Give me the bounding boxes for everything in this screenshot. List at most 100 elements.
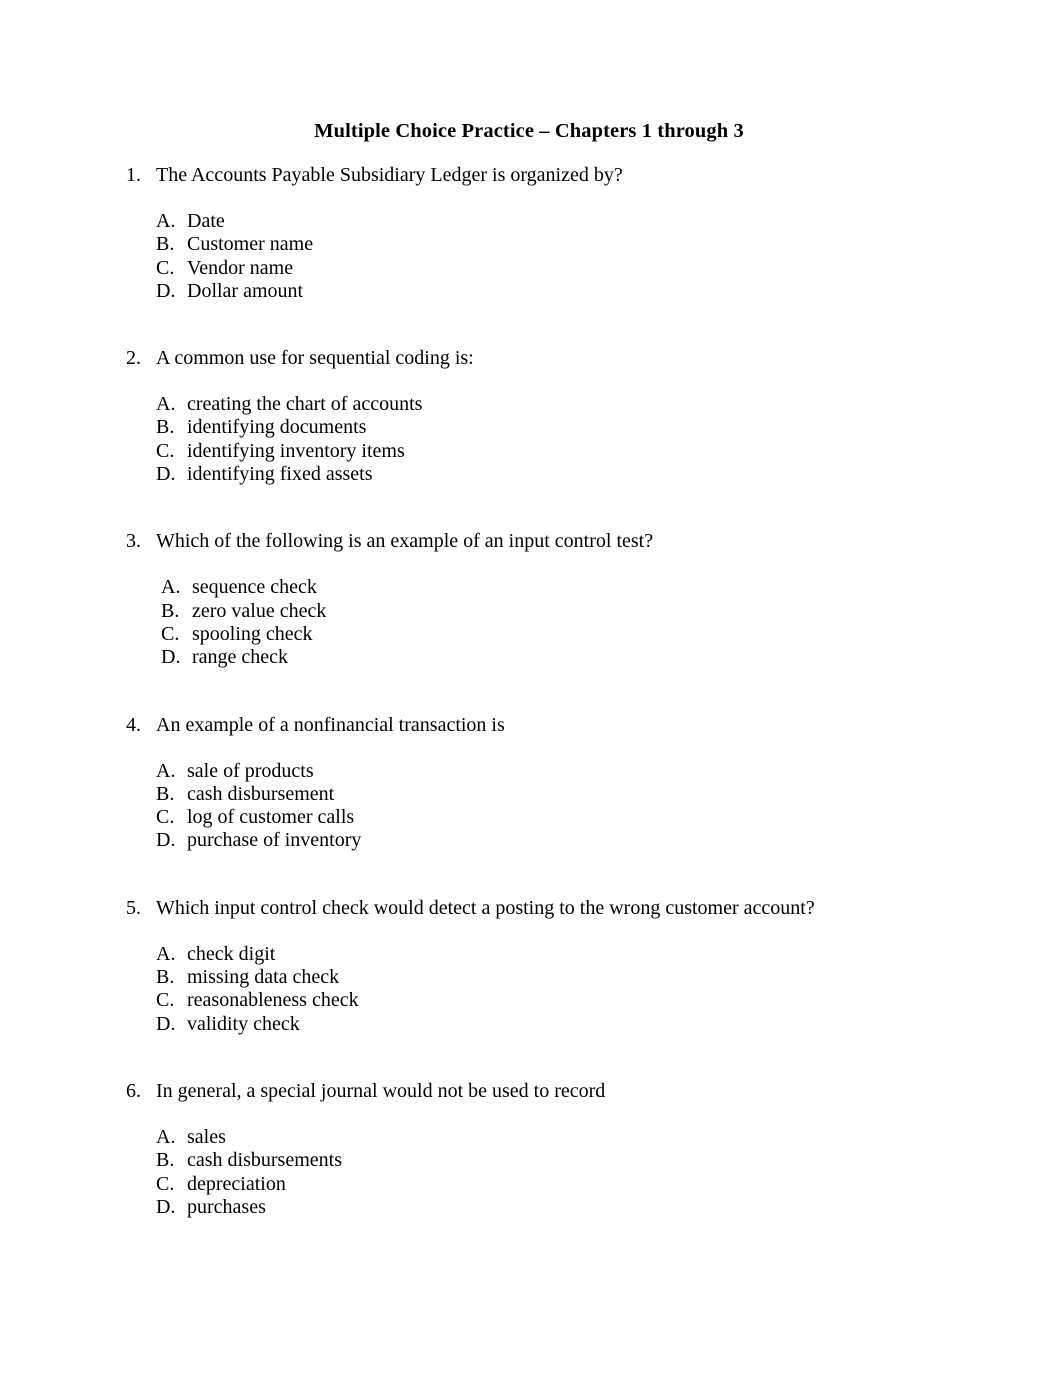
option-4-D[interactable]: D. purchase of inventory [156, 829, 932, 852]
option-letter: B. [156, 966, 175, 989]
question-text: In general, a special journal would not … [156, 1079, 606, 1102]
page-title: Multiple Choice Practice – Chapters 1 th… [314, 120, 744, 142]
document-content: Multiple Choice Practice – Chapters 1 th… [126, 118, 932, 1219]
option-letter: A. [156, 759, 176, 782]
question-block-1: 1. The Accounts Payable Subsidiary Ledge… [126, 162, 932, 303]
option-2-B[interactable]: B. identifying documents [156, 416, 932, 439]
option-letter: C. [156, 1172, 175, 1195]
option-label: missing data check [187, 966, 340, 989]
option-5-A[interactable]: A. check digit [156, 943, 932, 966]
option-letter: C. [156, 439, 175, 462]
option-label: Date [187, 210, 225, 232]
option-letter: A. [156, 1125, 176, 1148]
question-number: 1. [126, 164, 141, 186]
question-list: 1. The Accounts Payable Subsidiary Ledge… [126, 162, 932, 1219]
option-list: A. check digit B. missing data check C. … [126, 943, 932, 1036]
option-letter: C. [156, 989, 175, 1012]
question-text: The Accounts Payable Subsidiary Ledger i… [156, 164, 623, 186]
question-number: 6. [126, 1079, 141, 1102]
option-6-C[interactable]: C. depreciation [156, 1173, 932, 1196]
question-block-5: 5. Which input control check would detec… [126, 895, 932, 1036]
option-3-A[interactable]: A. sequence check [161, 576, 932, 599]
option-letter: A. [156, 942, 176, 965]
question-number: 3. [126, 530, 141, 553]
question-number: 2. [126, 347, 141, 370]
question-stem: 5. Which input control check would detec… [126, 895, 932, 921]
option-label: Vendor name [187, 256, 294, 279]
question-stem: 3. Which of the following is an example … [126, 528, 932, 554]
option-3-D[interactable]: D. range check [161, 646, 932, 669]
question-stem: 4. An example of a nonfinancial transact… [126, 712, 932, 738]
option-letter: B. [161, 599, 180, 622]
question-stem: 6. In general, a special journal would n… [126, 1078, 932, 1104]
option-label: cash disbursement [187, 782, 335, 805]
question-stem: 1. The Accounts Payable Subsidiary Ledge… [126, 162, 932, 188]
option-letter: C. [156, 806, 175, 829]
question-number: 4. [126, 713, 141, 736]
option-3-B[interactable]: B. zero value check [161, 600, 932, 623]
option-letter: D. [156, 1195, 176, 1218]
option-label: check digit [187, 942, 276, 965]
option-label: range check [192, 646, 289, 669]
option-2-A[interactable]: A. creating the chart of accounts [156, 393, 932, 416]
option-5-C[interactable]: C. reasonableness check [156, 989, 932, 1012]
option-letter: A. [161, 576, 181, 599]
question-number: 5. [126, 896, 141, 919]
option-1-D[interactable]: D. Dollar amount [156, 280, 932, 303]
option-label: depreciation [187, 1172, 286, 1195]
option-1-B[interactable]: B. Customer name [156, 233, 932, 256]
question-block-3: 3. Which of the following is an example … [126, 528, 932, 669]
option-label: log of customer calls [187, 806, 355, 829]
option-1-C[interactable]: C. Vendor name [156, 257, 932, 280]
option-2-C[interactable]: C. identifying inventory items [156, 440, 932, 463]
question-text: A common use for sequential coding is: [156, 347, 474, 370]
option-label: identifying documents [187, 416, 367, 439]
option-letter: B. [156, 233, 175, 256]
option-label: identifying inventory items [187, 439, 405, 462]
option-label: identifying fixed assets [187, 463, 373, 486]
option-list: A. Date B. Customer name C. Vendor name … [126, 210, 932, 303]
question-text: Which of the following is an example of … [156, 530, 654, 553]
option-6-D[interactable]: D. purchases [156, 1196, 932, 1219]
option-1-A[interactable]: A. Date [156, 210, 932, 233]
option-label: purchase of inventory [187, 829, 362, 852]
option-letter: B. [156, 1149, 175, 1172]
question-block-4: 4. An example of a nonfinancial transact… [126, 712, 932, 853]
option-label: zero value check [192, 599, 327, 622]
option-label: validity check [187, 1012, 300, 1035]
option-label: reasonableness check [187, 989, 359, 1012]
option-6-A[interactable]: A. sales [156, 1126, 932, 1149]
option-list: A. sequence check B. zero value check C.… [126, 576, 932, 669]
option-letter: D. [156, 829, 176, 852]
option-2-D[interactable]: D. identifying fixed assets [156, 463, 932, 486]
option-label: Customer name [187, 233, 314, 256]
option-letter: B. [156, 416, 175, 439]
option-list: A. sales B. cash disbursements C. deprec… [126, 1126, 932, 1219]
option-list: A. sale of products B. cash disbursement… [126, 760, 932, 853]
question-block-6: 6. In general, a special journal would n… [126, 1078, 932, 1219]
option-letter: D. [156, 279, 176, 302]
option-letter: A. [156, 393, 176, 416]
option-4-B[interactable]: B. cash disbursement [156, 783, 932, 806]
option-3-C[interactable]: C. spooling check [161, 623, 932, 646]
document-page: Multiple Choice Practice – Chapters 1 th… [0, 0, 1062, 1377]
question-stem: 2. A common use for sequential coding is… [126, 345, 932, 371]
option-label: sale of products [187, 759, 314, 782]
question-text: An example of a nonfinancial transaction… [156, 713, 505, 736]
option-label: sales [187, 1125, 226, 1148]
option-letter: C. [161, 622, 180, 645]
option-label: creating the chart of accounts [187, 393, 423, 416]
option-label: spooling check [192, 622, 313, 645]
option-label: Dollar amount [187, 279, 304, 302]
option-label: sequence check [192, 576, 317, 599]
option-label: purchases [187, 1195, 266, 1218]
option-5-B[interactable]: B. missing data check [156, 966, 932, 989]
option-list: A. creating the chart of accounts B. ide… [126, 393, 932, 486]
option-6-B[interactable]: B. cash disbursements [156, 1149, 932, 1172]
option-letter: A. [156, 210, 176, 232]
option-5-D[interactable]: D. validity check [156, 1013, 932, 1036]
option-letter: D. [156, 463, 176, 486]
option-letter: D. [161, 646, 181, 669]
option-4-C[interactable]: C. log of customer calls [156, 806, 932, 829]
option-4-A[interactable]: A. sale of products [156, 760, 932, 783]
